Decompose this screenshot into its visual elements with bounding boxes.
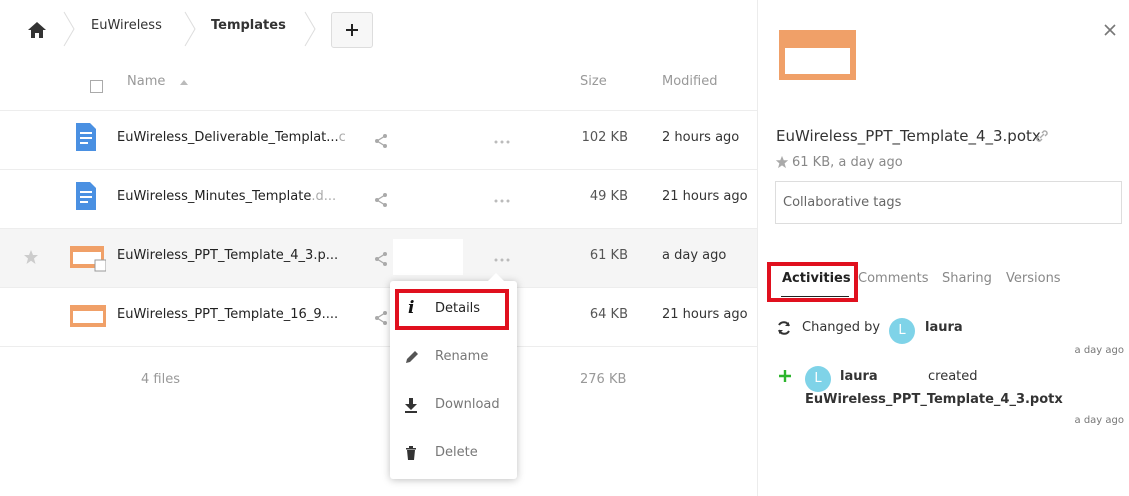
file-size: 102 KB bbox=[581, 130, 628, 145]
file-size: 64 KB bbox=[589, 307, 628, 322]
file-meta: 61 KB, a day ago bbox=[792, 155, 903, 170]
more-actions-icon[interactable] bbox=[492, 139, 512, 145]
menu-item-label: Rename bbox=[435, 349, 489, 364]
table-row[interactable]: EuWireless_Deliverable_Templat...c 102 K… bbox=[0, 111, 757, 170]
info-icon: i bbox=[408, 298, 415, 318]
new-file-button[interactable] bbox=[331, 12, 373, 48]
menu-item-label: Details bbox=[435, 301, 481, 316]
tab-comments[interactable]: Comments bbox=[858, 271, 928, 286]
document-icon[interactable] bbox=[76, 182, 96, 210]
close-icon[interactable] bbox=[1103, 23, 1117, 37]
link-icon[interactable] bbox=[1034, 128, 1050, 144]
active-tab-underline bbox=[781, 296, 849, 297]
size-column-header[interactable]: Size bbox=[580, 74, 607, 89]
avatar[interactable]: L bbox=[889, 318, 915, 344]
home-icon[interactable] bbox=[25, 18, 49, 42]
plus-icon bbox=[346, 24, 358, 36]
share-icon[interactable] bbox=[373, 192, 389, 208]
context-menu: i Details Rename Download Delete bbox=[390, 273, 517, 479]
file-size: 49 KB bbox=[589, 189, 628, 204]
collaborative-tags-input[interactable] bbox=[775, 181, 1122, 224]
menu-item-download[interactable]: Download bbox=[390, 383, 517, 427]
more-actions-icon[interactable] bbox=[492, 198, 512, 204]
presentation-icon[interactable] bbox=[70, 305, 106, 327]
breadcrumb-templates[interactable]: Templates bbox=[211, 18, 286, 33]
activity-file-link[interactable]: EuWireless_PPT_Template_4_3.potx bbox=[805, 392, 1063, 407]
avatar[interactable]: L bbox=[805, 366, 831, 392]
breadcrumb-separator bbox=[63, 11, 75, 47]
modified-column-header[interactable]: Modified bbox=[662, 74, 717, 89]
breadcrumb-euwireless[interactable]: EuWireless bbox=[91, 18, 162, 33]
file-modified: 21 hours ago bbox=[662, 189, 748, 204]
action-placeholder bbox=[393, 239, 463, 275]
pencil-icon bbox=[406, 351, 418, 363]
table-header: Name Size Modified bbox=[0, 58, 757, 111]
tab-activities[interactable]: Activities bbox=[782, 271, 851, 286]
files-panel: EuWireless Templates Name Size Modified … bbox=[0, 0, 757, 496]
tab-versions[interactable]: Versions bbox=[1006, 271, 1061, 286]
total-size: 276 KB bbox=[580, 372, 627, 387]
download-icon bbox=[405, 398, 417, 413]
share-icon[interactable] bbox=[373, 133, 389, 149]
activity-action: created bbox=[928, 369, 978, 384]
table-row-selected[interactable]: EuWireless_PPT_Template_4_3.p... 61 KB a… bbox=[0, 229, 757, 288]
table-row[interactable]: EuWireless_PPT_Template_16_9.... 64 KB 2… bbox=[0, 288, 757, 347]
menu-item-delete[interactable]: Delete bbox=[390, 431, 517, 475]
breadcrumb-separator bbox=[184, 11, 196, 47]
presentation-icon[interactable] bbox=[70, 246, 106, 272]
breadcrumb-separator bbox=[304, 11, 316, 47]
file-modified: 2 hours ago bbox=[662, 130, 740, 145]
sidebar-file-name: EuWireless_PPT_Template_4_3.potx bbox=[776, 127, 1041, 145]
activity-time: a day ago bbox=[1074, 415, 1124, 426]
sort-ascending-icon bbox=[180, 80, 188, 85]
file-name[interactable]: EuWireless_Minutes_Template.d... bbox=[117, 189, 336, 204]
menu-item-label: Download bbox=[435, 397, 500, 412]
file-thumbnail bbox=[779, 30, 856, 80]
activity-user[interactable]: laura bbox=[840, 369, 878, 384]
trash-icon bbox=[406, 446, 416, 460]
created-plus-icon bbox=[779, 370, 791, 382]
file-name[interactable]: EuWireless_PPT_Template_16_9.... bbox=[117, 307, 338, 322]
file-modified: a day ago bbox=[662, 248, 727, 263]
share-icon[interactable] bbox=[373, 310, 389, 326]
breadcrumb: EuWireless Templates bbox=[0, 0, 757, 58]
activity-time: a day ago bbox=[1074, 345, 1124, 356]
refresh-icon bbox=[778, 321, 790, 335]
name-column-header[interactable]: Name bbox=[127, 74, 165, 89]
menu-item-rename[interactable]: Rename bbox=[390, 335, 517, 379]
star-icon[interactable] bbox=[23, 249, 39, 265]
select-all-checkbox[interactable] bbox=[90, 80, 103, 93]
thumbnail-inner bbox=[785, 48, 850, 74]
menu-item-details[interactable]: i Details bbox=[390, 287, 517, 331]
menu-item-label: Delete bbox=[435, 445, 478, 460]
document-icon[interactable] bbox=[76, 123, 96, 151]
menu-arrow bbox=[488, 273, 504, 281]
file-count: 4 files bbox=[141, 372, 180, 387]
file-modified: 21 hours ago bbox=[662, 307, 748, 322]
file-name[interactable]: EuWireless_PPT_Template_4_3.p... bbox=[117, 248, 338, 263]
file-size: 61 KB bbox=[589, 248, 628, 263]
activity-text: Changed by bbox=[802, 320, 881, 335]
more-actions-icon[interactable] bbox=[492, 257, 512, 263]
favorite-star-icon[interactable] bbox=[775, 155, 789, 169]
tab-sharing[interactable]: Sharing bbox=[942, 271, 992, 286]
table-row[interactable]: EuWireless_Minutes_Template.d... 49 KB 2… bbox=[0, 170, 757, 229]
file-name[interactable]: EuWireless_Deliverable_Templat...c bbox=[117, 130, 346, 145]
share-icon[interactable] bbox=[373, 251, 389, 267]
activity-user[interactable]: laura bbox=[925, 320, 963, 335]
